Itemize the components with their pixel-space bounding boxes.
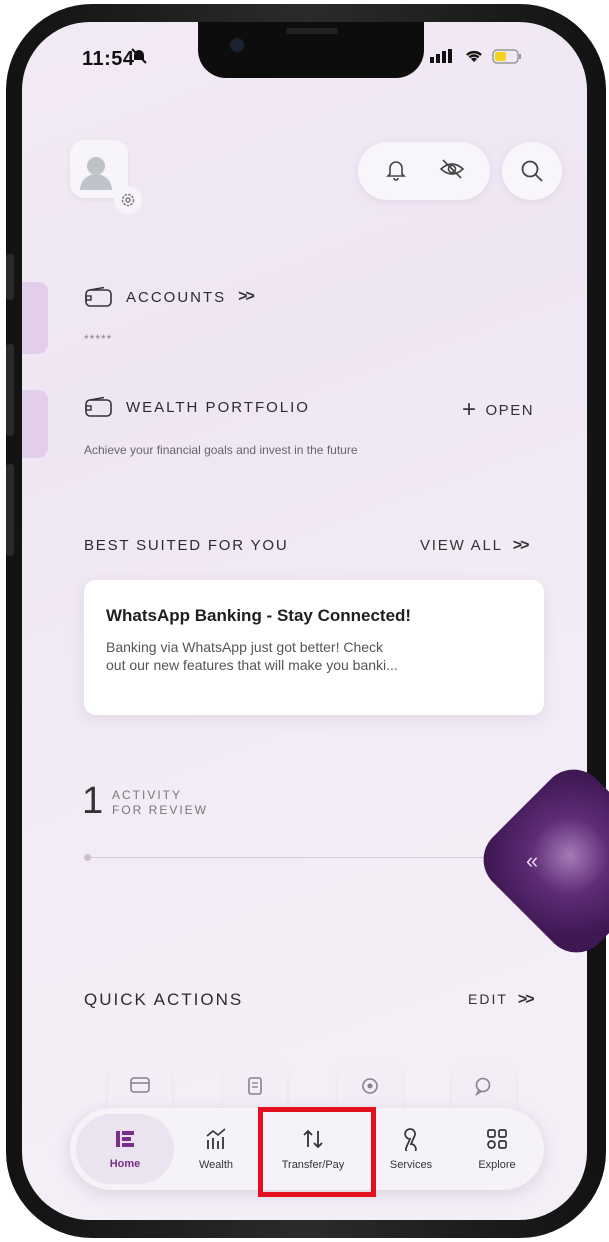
notification-bell-icon[interactable] — [384, 157, 408, 186]
chat-icon — [475, 1077, 491, 1096]
signal-icon — [430, 49, 452, 63]
activity-count: 1 — [82, 780, 104, 822]
tab-wealth-label: Wealth — [198, 1159, 234, 1171]
promo-card-title: WhatsApp Banking - Stay Connected! — [106, 606, 412, 625]
quick-actions-edit-link[interactable]: EDIT >> — [468, 991, 535, 1009]
tab-services[interactable]: Services — [368, 1108, 454, 1190]
hide-balance-eye-icon[interactable] — [439, 157, 465, 186]
speaker — [286, 28, 338, 34]
tab-home-label: Home — [109, 1158, 141, 1170]
tab-services-label: Services — [389, 1159, 433, 1171]
view-all-label: VIEW ALL — [420, 537, 503, 554]
tab-home[interactable]: Home — [76, 1108, 174, 1190]
mute-switch — [6, 254, 14, 300]
wealth-header: WEALTH PORTFOLIO — [84, 396, 310, 418]
view-all-link[interactable]: VIEW ALL >> — [420, 537, 530, 555]
accounts-side-tab[interactable] — [22, 282, 48, 354]
activity-label: ACTIVITY FOR REVIEW — [112, 788, 208, 818]
settings-gear-icon[interactable] — [114, 186, 142, 214]
wealth-side-tab[interactable] — [22, 390, 48, 458]
plus-icon: + — [462, 396, 478, 423]
open-wealth-button[interactable]: + OPEN — [462, 396, 534, 424]
promo-card-line1: Banking via WhatsApp just got better! Ch… — [106, 639, 384, 655]
camera — [230, 38, 244, 52]
chevron-right-icon: >> — [512, 537, 530, 554]
tab-wealth[interactable]: Wealth — [174, 1108, 258, 1190]
chevron-right-icon: >> — [238, 288, 255, 305]
activity-slider-track — [86, 857, 506, 858]
promo-card-line2: out our new features that will make you … — [106, 657, 398, 673]
wallet-icon — [85, 396, 112, 417]
header-actions-pill — [358, 142, 490, 200]
search-icon — [521, 160, 543, 182]
document-icon — [248, 1077, 262, 1095]
search-button[interactable] — [502, 142, 562, 200]
wealth-description: Achieve your financial goals and invest … — [84, 443, 358, 457]
transfer-pay-highlight-box — [258, 1107, 376, 1197]
wifi-icon — [466, 50, 482, 62]
open-label: OPEN — [485, 401, 535, 419]
battery-icon — [492, 48, 521, 64]
status-time: 11:54 — [82, 48, 135, 70]
activity-label-line2: FOR REVIEW — [112, 803, 209, 817]
accounts-header[interactable]: ACCOUNTS >> — [84, 286, 255, 308]
best-suited-title: BEST SUITED FOR YOU — [84, 537, 289, 554]
silent-mode-icon — [130, 47, 148, 70]
services-icon — [404, 1128, 417, 1151]
promo-card[interactable]: WhatsApp Banking - Stay Connected! Banki… — [84, 580, 544, 715]
activity-label-line1: ACTIVITY — [112, 788, 183, 802]
volume-down-button — [6, 464, 14, 556]
chevron-right-icon: >> — [517, 991, 535, 1008]
promo-card-body: Banking via WhatsApp just got better! Ch… — [106, 638, 522, 674]
volume-up-button — [6, 344, 14, 436]
accounts-masked-balance: ***** — [84, 332, 113, 346]
notch — [198, 22, 424, 78]
quick-actions-title: QUICK ACTIONS — [84, 990, 244, 1009]
status-icons — [430, 48, 522, 64]
home-icon — [116, 1131, 134, 1147]
card-icon — [130, 1077, 150, 1093]
wealth-chart-icon — [206, 1128, 226, 1149]
tab-explore-label: Explore — [478, 1159, 516, 1171]
wealth-label: WEALTH PORTFOLIO — [126, 398, 310, 416]
wallet-icon — [85, 286, 112, 307]
tab-explore[interactable]: Explore — [456, 1108, 538, 1190]
location-icon — [362, 1078, 378, 1094]
explore-grid-icon — [487, 1129, 507, 1149]
activity-slider-dot — [84, 854, 91, 861]
edit-label: EDIT — [468, 991, 508, 1007]
accounts-label: ACCOUNTS — [126, 288, 227, 306]
chevron-left-icon: « — [526, 848, 539, 873]
